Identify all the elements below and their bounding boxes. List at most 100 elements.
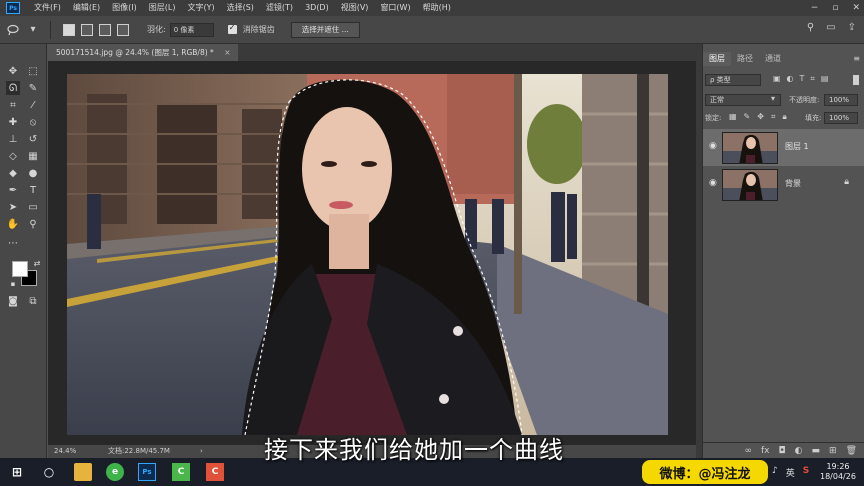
menu-bar: Ps 文件(F) 编辑(E) 图像(I) 图层(L) 文字(Y) 选择(S) 滤… — [0, 0, 864, 16]
layer-filter-select[interactable]: ρ 类型 — [705, 74, 761, 86]
history-brush-tool-icon[interactable]: ↺ — [26, 132, 40, 146]
filter-toggle-icon[interactable] — [853, 75, 859, 85]
lasso-tool-preset-icon[interactable] — [6, 23, 20, 37]
input-language[interactable]: 英 — [786, 466, 795, 479]
blur-tool-icon[interactable]: ◆ — [6, 166, 20, 180]
layer-thumbnail — [722, 132, 778, 164]
zoom-level[interactable]: 24.4% — [54, 445, 76, 458]
layer-name[interactable]: 背景 — [785, 178, 801, 189]
move-tool-icon[interactable]: ✥ — [6, 64, 20, 78]
select-and-mask-button[interactable]: 选择并遮住 ... — [290, 21, 360, 38]
adjustment-icon[interactable]: ◐ — [795, 446, 803, 456]
intersect-selection-icon[interactable] — [117, 23, 129, 36]
type-tool-icon[interactable]: T — [26, 183, 40, 197]
workspace-icon[interactable]: ▭ — [826, 22, 835, 33]
menu-help[interactable]: 帮助(H) — [417, 0, 457, 16]
chevron-down-icon[interactable]: ▾ — [26, 23, 40, 37]
search-circle-icon[interactable]: ○ — [40, 463, 58, 481]
screen-mode-icon[interactable]: ⧉ — [26, 294, 40, 308]
maximize-button[interactable]: ▫ — [832, 0, 838, 16]
quick-mask-icon[interactable]: ◙ — [6, 294, 20, 308]
close-button[interactable]: ✕ — [852, 0, 860, 16]
quick-select-tool-icon[interactable]: ✎ — [26, 81, 40, 95]
menu-view[interactable]: 视图(V) — [335, 0, 375, 16]
add-to-selection-icon[interactable] — [81, 23, 93, 36]
photo-canvas[interactable] — [67, 74, 668, 435]
menu-filter[interactable]: 滤镜(T) — [260, 0, 299, 16]
group-icon[interactable]: ▬ — [812, 446, 821, 456]
panel-menu-icon[interactable]: ≡ — [853, 54, 860, 63]
trash-icon[interactable]: 🗑︎ — [846, 446, 857, 456]
path-select-tool-icon[interactable]: ➤ — [6, 200, 20, 214]
menu-layer[interactable]: 图层(L) — [143, 0, 182, 16]
status-arrow-icon[interactable]: › — [200, 445, 203, 458]
healing-brush-tool-icon[interactable]: ✚ — [6, 115, 20, 129]
pen-tool-icon[interactable]: ✒ — [6, 183, 20, 197]
zoom-tool-icon[interactable]: ⚲ — [26, 217, 40, 231]
new-layer-icon[interactable]: ⊞ — [829, 446, 837, 456]
photoshop-logo: Ps — [6, 2, 20, 14]
fx-icon[interactable]: fx — [761, 446, 770, 456]
visibility-eye-icon[interactable]: ◉ — [709, 178, 717, 188]
opacity-label: 不透明度: — [789, 96, 820, 104]
tab-channels[interactable]: 通道 — [759, 52, 787, 66]
blend-mode-select[interactable]: 正常 — [705, 94, 781, 106]
eraser-tool-icon[interactable]: ◇ — [6, 149, 20, 163]
layer-name[interactable]: 图层 1 — [785, 141, 809, 152]
minimize-button[interactable]: − — [811, 0, 819, 16]
menu-select[interactable]: 选择(S) — [221, 0, 260, 16]
separator — [50, 20, 51, 39]
layer-row-background[interactable]: ◉ 背景 🔒︎ — [703, 166, 864, 203]
menu-edit[interactable]: 编辑(E) — [67, 0, 106, 16]
rectangle-tool-icon[interactable]: ▭ — [26, 200, 40, 214]
clone-stamp-tool-icon[interactable]: ⊥ — [6, 132, 20, 146]
lasso-tool-icon[interactable]: ᘏ — [6, 81, 20, 95]
new-selection-icon[interactable] — [63, 23, 75, 36]
document-tab[interactable]: 500171514.jpg @ 24.4% (图层 1, RGB/8) * × — [48, 44, 239, 61]
system-clock[interactable]: 19:26 18/04/26 — [820, 462, 856, 482]
eyedropper-tool-icon[interactable]: ⁄ — [26, 98, 40, 112]
gradient-tool-icon[interactable]: ▦ — [26, 149, 40, 163]
tab-paths[interactable]: 路径 — [731, 52, 759, 66]
marquee-tool-icon[interactable]: ⬚ — [26, 64, 40, 78]
dodge-tool-icon[interactable]: ● — [26, 166, 40, 180]
opacity-input[interactable]: 100% — [824, 94, 858, 106]
camtasia-red-icon[interactable]: C — [206, 463, 224, 481]
lock-option-icons[interactable]: ▦✎✥⌗🔒︎ — [729, 112, 794, 122]
visibility-eye-icon[interactable]: ◉ — [709, 141, 717, 151]
default-colors-icon[interactable]: ▪ — [6, 277, 20, 291]
menu-type[interactable]: 文字(Y) — [181, 0, 220, 16]
antialias-checkbox[interactable] — [227, 23, 237, 34]
feather-input[interactable]: 0 像素 — [169, 22, 214, 37]
menu-image[interactable]: 图像(I) — [106, 0, 143, 16]
foreground-color-swatch[interactable] — [12, 261, 28, 277]
speaker-icon[interactable]: ♪ — [772, 466, 778, 479]
fill-input[interactable]: 100% — [824, 112, 858, 124]
camtasia-green-icon[interactable]: C — [172, 463, 190, 481]
menu-window[interactable]: 窗口(W) — [374, 0, 416, 16]
file-explorer-icon[interactable] — [74, 463, 92, 481]
browser-icon[interactable]: e — [106, 463, 124, 481]
windows-start-icon[interactable]: ⊞ — [8, 463, 26, 481]
photoshop-taskbar-icon[interactable]: Ps — [138, 463, 156, 481]
hand-tool-icon[interactable]: ✋ — [6, 217, 20, 231]
layer-row-layer1[interactable]: ◉ 图层 1 — [703, 129, 864, 166]
blend-row: 正常 ▾ 不透明度: 100% — [705, 94, 861, 108]
tab-layers[interactable]: 图层 — [703, 52, 731, 66]
canvas-area[interactable] — [48, 61, 696, 445]
mask-icon[interactable]: ◘ — [779, 446, 786, 456]
sogou-icon[interactable]: S — [803, 466, 809, 479]
more-tools-icon[interactable]: ⋯ — [6, 236, 20, 250]
menu-file[interactable]: 文件(F) — [28, 0, 67, 16]
swap-colors-icon[interactable]: ⇄ — [30, 256, 44, 270]
crop-tool-icon[interactable]: ⌗ — [6, 98, 20, 112]
subtract-from-selection-icon[interactable] — [99, 23, 111, 36]
menu-3d[interactable]: 3D(D) — [299, 0, 335, 16]
layer-filter-icons[interactable]: ▣◐T⌗▤ — [773, 74, 835, 84]
brush-tool-icon[interactable]: ⦸ — [26, 115, 40, 129]
search-icon[interactable]: ⚲ — [807, 22, 814, 33]
share-icon[interactable]: ⇪ — [848, 22, 856, 33]
lock-icon: 🔒︎ — [844, 177, 849, 187]
link-icon[interactable]: ∞ — [745, 446, 753, 456]
close-tab-icon[interactable]: × — [224, 48, 230, 57]
